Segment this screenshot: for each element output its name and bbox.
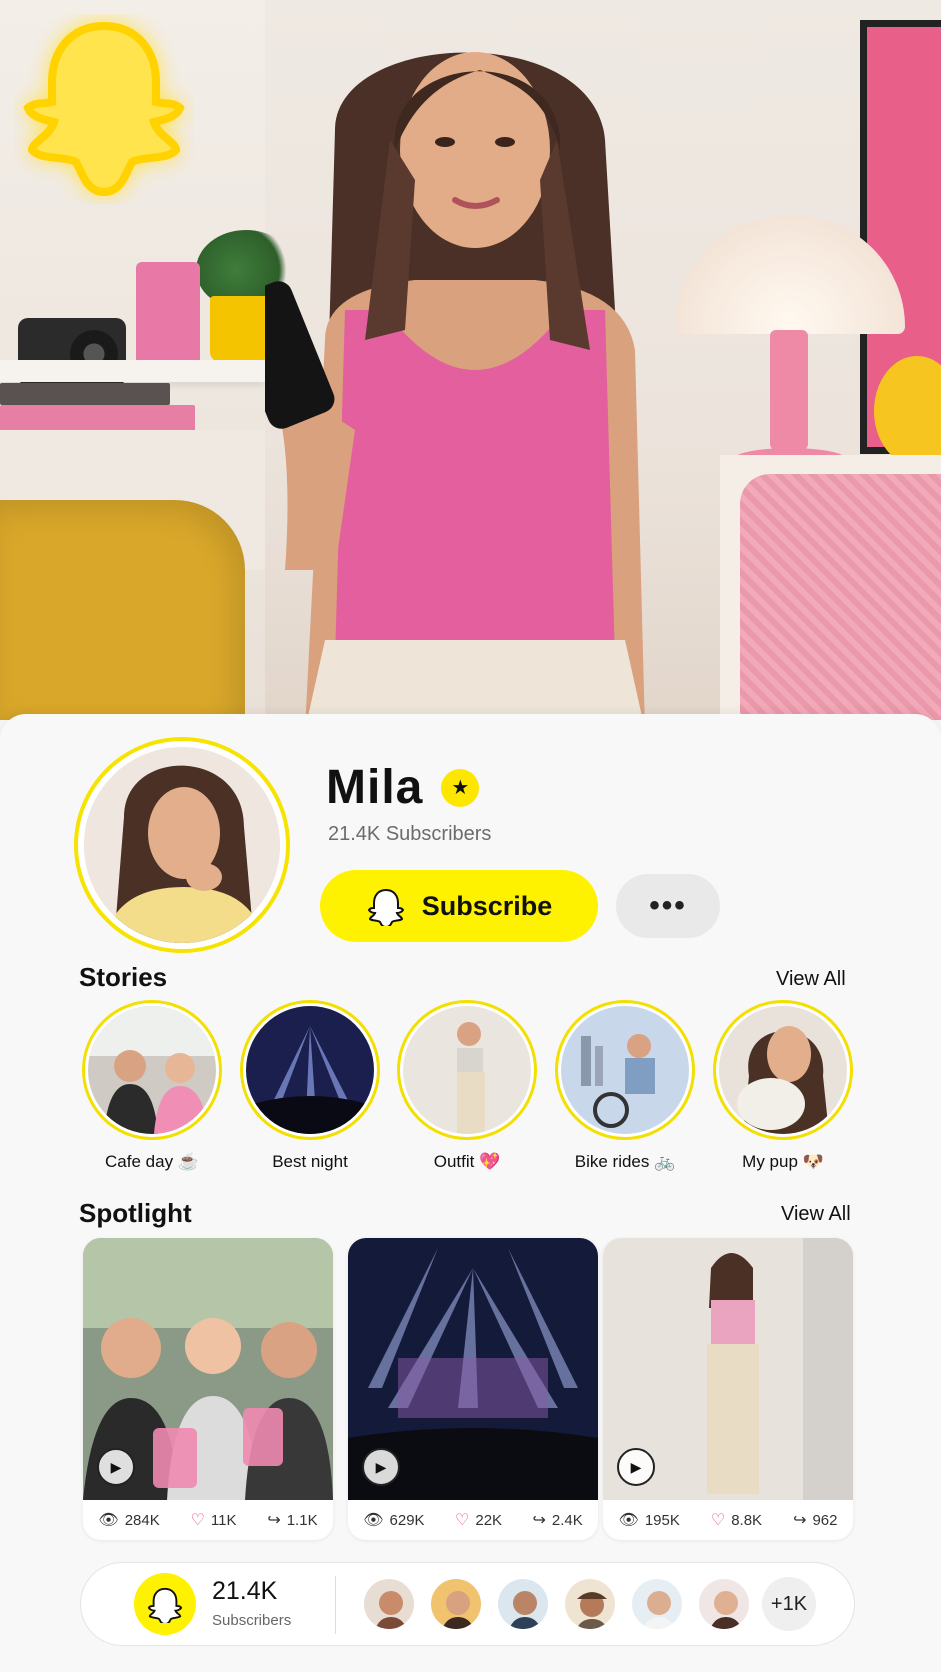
eye-icon: 👁 [363,1512,384,1529]
share-icon: ↪ [793,1512,807,1529]
subscriber-avatar[interactable] [496,1577,550,1631]
play-icon[interactable]: ▶ [97,1448,135,1486]
footer-subscriber-count: 21.4K [212,1577,278,1605]
more-options-button[interactable]: ••• [616,874,720,938]
profile-avatar[interactable] [74,737,290,953]
creator-portrait [265,52,645,720]
subscriber-avatar[interactable] [630,1577,684,1631]
play-icon[interactable]: ▶ [362,1448,400,1486]
eye-icon: 👁 [98,1512,119,1529]
heart-icon: ♡ [190,1512,205,1529]
story-item[interactable]: My pup 🐶 [713,1000,853,1172]
neon-ghost-sign [23,21,185,197]
story-item[interactable]: Bike rides 🚲 [555,1000,695,1172]
subscriber-avatar[interactable] [362,1577,416,1631]
heart-icon: ♡ [710,1512,726,1529]
spotlight-title: Spotlight [79,1198,192,1228]
spotlight-card[interactable]: ▶ 👁 195K ♡ 8.8K ↪ 962 [603,1238,853,1540]
subscribe-label: Subscribe [421,890,553,921]
avatar-photo [84,747,280,943]
eye-icon: 👁 [618,1512,639,1529]
stories-view-all[interactable]: View All [776,968,846,991]
stories-title: Stories [79,962,168,992]
story-label: Outfit 💖 [433,1152,501,1171]
story-item[interactable]: Outfit 💖 [397,1000,537,1172]
subscriber-count: 21.4K Subscribers [328,823,492,845]
story-label: My pup 🐶 [742,1152,824,1171]
story-item[interactable]: Cafe day ☕ [82,1000,222,1172]
star-icon: ★ [441,768,480,807]
more-subscribers-badge[interactable]: +1K [762,1577,816,1631]
spotlight-view-all[interactable]: View All [781,1203,851,1226]
hero-photo [0,0,941,720]
story-label: Bike rides 🚲 [574,1152,676,1171]
share-icon: ↪ [532,1512,546,1529]
subscriber-avatar[interactable] [429,1577,483,1631]
story-label: Cafe day ☕ [105,1152,199,1171]
story-item[interactable]: Best night [240,1000,380,1172]
subscriber-avatar[interactable] [563,1577,617,1631]
heart-icon: ♡ [455,1512,470,1529]
ghost-icon [134,1573,196,1635]
ghost-icon [367,888,404,926]
spotlight-card[interactable]: ▶ 👁 629K ♡ 22K ↪ 2.4K [348,1238,598,1540]
subscriber-avatar[interactable] [697,1577,751,1631]
share-icon: ↪ [267,1512,281,1529]
story-label: Best night [272,1152,348,1171]
profile-name: Mila [326,761,424,814]
footer-subscriber-label: Subscribers [212,1612,292,1629]
subscribe-button[interactable]: Subscribe [320,870,598,942]
play-icon[interactable]: ▶ [617,1448,655,1486]
spotlight-card[interactable]: ▶ 👁 284K ♡ 11K ↪ 1.1K [83,1238,333,1540]
